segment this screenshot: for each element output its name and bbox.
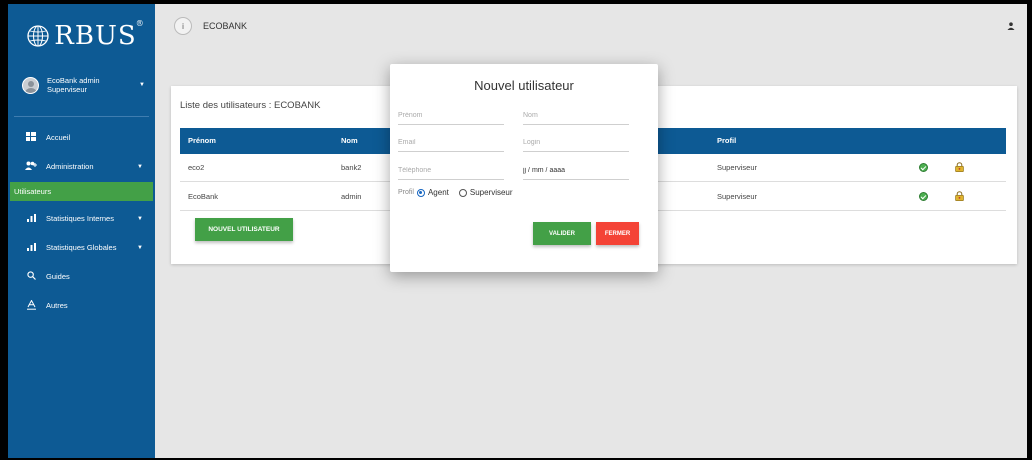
info-icon[interactable]: i xyxy=(174,17,192,35)
lock-icon[interactable] xyxy=(955,191,964,201)
caret-down-icon: ▼ xyxy=(137,163,143,170)
page-title: ECOBANK xyxy=(203,21,248,31)
nom-input[interactable] xyxy=(523,106,629,125)
cell-profil: Superviseur xyxy=(717,192,758,201)
cell-profil: Superviseur xyxy=(717,163,758,172)
dashboard-icon xyxy=(24,132,38,143)
radio-agent[interactable]: Agent xyxy=(416,188,449,197)
cell-nom: bank2 xyxy=(341,163,362,172)
sidebar-divider xyxy=(14,116,149,117)
prenom-input[interactable] xyxy=(398,106,504,125)
fermer-button[interactable]: FERMER xyxy=(596,222,639,245)
user-menu[interactable]: EcoBank admin Superviseur ▼ xyxy=(8,68,155,102)
sidebar: RBUS ® EcoBank admin Superviseur ▼ Accuei… xyxy=(8,4,155,458)
topbar: i ECOBANK xyxy=(155,4,1027,48)
email-input[interactable] xyxy=(398,133,504,152)
column-nom: Nom xyxy=(341,136,358,145)
caret-down-icon: ▼ xyxy=(137,244,143,251)
lock-icon[interactable] xyxy=(955,162,964,172)
activate-icon[interactable] xyxy=(919,163,928,172)
telephone-input[interactable] xyxy=(398,161,504,180)
account-icon[interactable] xyxy=(1007,22,1015,32)
logo-text: RBUS ® xyxy=(54,19,145,51)
sidebar-item-statistiques-globales[interactable]: Statistiques Globales ▼ xyxy=(8,233,155,262)
profil-radio-group: Profil Agent Superviseur xyxy=(398,188,523,197)
globe-icon xyxy=(27,25,49,47)
users-icon xyxy=(24,161,38,172)
sidebar-item-autres[interactable]: Autres xyxy=(8,291,155,320)
cell-prenom: EcoBank xyxy=(188,192,219,201)
profil-label: Profil xyxy=(398,189,414,196)
login-input[interactable] xyxy=(523,133,629,152)
caret-down-icon: ▼ xyxy=(137,215,143,222)
user-name: EcoBank admin xyxy=(47,76,100,85)
logo: RBUS ® xyxy=(8,4,155,68)
bar-chart-icon xyxy=(24,242,38,253)
sidebar-item-statistiques-internes[interactable]: Statistiques Internes ▼ xyxy=(8,204,155,233)
app-window: RBUS ® EcoBank admin Superviseur ▼ Accuei… xyxy=(8,4,1027,458)
radio-checked-icon xyxy=(416,188,425,197)
column-profil: Profil xyxy=(717,136,737,145)
sidebar-item-administration[interactable]: Administration ▼ xyxy=(8,152,155,181)
cell-nom: admin xyxy=(341,192,362,201)
sidebar-item-guides[interactable]: Guides xyxy=(8,262,155,291)
column-prenom: Prénom xyxy=(188,136,216,145)
radio-superviseur[interactable]: Superviseur xyxy=(458,188,513,197)
card-title: Liste des utilisateurs : ECOBANK xyxy=(180,100,321,111)
caret-down-icon: ▼ xyxy=(139,82,145,88)
valider-button[interactable]: VALIDER xyxy=(533,222,591,245)
user-role: Superviseur xyxy=(47,85,88,94)
bar-chart-icon xyxy=(24,213,38,224)
date-input[interactable] xyxy=(523,161,629,180)
sidebar-item-accueil[interactable]: Accueil xyxy=(8,123,155,152)
avatar xyxy=(22,76,39,94)
modal-title: Nouvel utilisateur xyxy=(474,78,574,93)
radio-unchecked-icon xyxy=(458,188,467,197)
cell-prenom: eco2 xyxy=(188,163,205,172)
new-user-modal: Nouvel utilisateur Profil Agent Supervis… xyxy=(390,64,658,272)
text-format-icon xyxy=(24,298,38,312)
sidebar-item-utilisateurs[interactable]: Utilisateurs xyxy=(10,182,153,201)
search-icon xyxy=(24,271,38,282)
new-user-button[interactable]: NOUVEL UTILISATEUR xyxy=(195,218,293,241)
activate-icon[interactable] xyxy=(919,192,928,201)
